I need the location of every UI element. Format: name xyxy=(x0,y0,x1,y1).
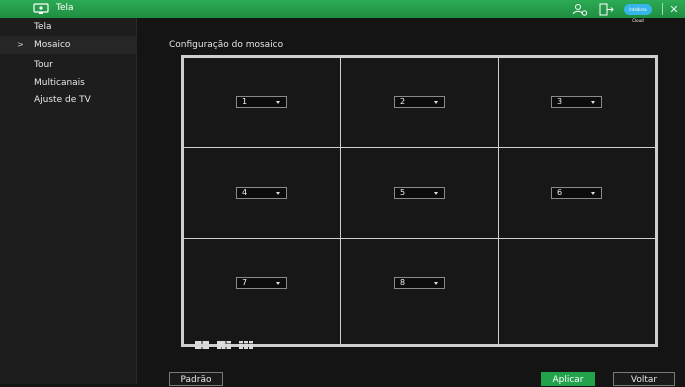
channel-select-3[interactable]: 3 xyxy=(551,96,602,108)
mosaic-cell-3[interactable]: 3 xyxy=(498,57,656,148)
chevron-down-icon xyxy=(434,101,438,104)
channel-select-4[interactable]: 4 xyxy=(236,187,287,199)
sidebar-item-label: Tela xyxy=(34,22,52,32)
mosaic-cell-6[interactable]: 6 xyxy=(498,147,656,239)
mosaic-cell-1[interactable]: 1 xyxy=(183,57,341,148)
monitor-icon xyxy=(33,3,49,15)
mosaic-cell-2[interactable]: 2 xyxy=(340,57,499,148)
sidebar-item-mosaico[interactable]: > Mosaico xyxy=(0,36,137,54)
channel-select-value: 8 xyxy=(400,278,406,287)
mosaic-cell-5[interactable]: 5 xyxy=(340,147,499,239)
channel-select-value: 3 xyxy=(557,97,563,106)
title-bar: Tela Intelbras Cloud ✕ xyxy=(0,0,685,23)
section-title: Configuração do mosaico xyxy=(169,40,284,50)
chevron-right-icon: > xyxy=(17,40,24,49)
channel-select-value: 5 xyxy=(400,188,406,197)
layout-options xyxy=(195,341,253,349)
chevron-down-icon xyxy=(434,192,438,195)
chevron-down-icon xyxy=(591,101,595,104)
sidebar-item-ajuste-de-tv[interactable]: Ajuste de TV xyxy=(0,91,137,109)
split-6-icon[interactable] xyxy=(217,341,231,349)
sidebar-item-tela[interactable]: Tela xyxy=(0,18,137,36)
window-title: Tela xyxy=(56,3,74,13)
sidebar-item-label: Tour xyxy=(34,60,53,70)
channel-select-1[interactable]: 1 xyxy=(236,96,287,108)
mosaic-cell-9[interactable] xyxy=(498,238,656,345)
close-icon[interactable]: ✕ xyxy=(667,2,681,16)
sidebar-item-label: Ajuste de TV xyxy=(34,95,91,105)
channel-select-2[interactable]: 2 xyxy=(394,96,445,108)
mosaic-grid: 1 2 3 4 5 6 7 8 xyxy=(181,55,658,347)
channel-select-value: 7 xyxy=(242,278,248,287)
cloud-icon[interactable]: Intelbras Cloud xyxy=(624,3,652,23)
chevron-down-icon xyxy=(434,282,438,285)
user-settings-icon[interactable] xyxy=(570,2,590,16)
logout-icon[interactable] xyxy=(596,2,616,16)
mosaic-cell-7[interactable]: 7 xyxy=(183,238,341,345)
channel-select-value: 1 xyxy=(242,97,248,106)
chevron-down-icon xyxy=(276,192,280,195)
mosaic-cell-4[interactable]: 4 xyxy=(183,147,341,239)
channel-select-value: 4 xyxy=(242,188,248,197)
main-panel: Configuração do mosaico 1 2 3 4 5 6 7 8 … xyxy=(137,18,685,386)
sidebar-item-multicanais[interactable]: Multicanais xyxy=(0,74,137,92)
sidebar-item-label: Multicanais xyxy=(34,78,85,88)
mosaic-cell-8[interactable]: 8 xyxy=(340,238,499,345)
sidebar-item-label: Mosaico xyxy=(34,40,71,50)
title-separator xyxy=(662,3,663,15)
channel-select-5[interactable]: 5 xyxy=(394,187,445,199)
channel-select-8[interactable]: 8 xyxy=(394,277,445,289)
channel-select-6[interactable]: 6 xyxy=(551,187,602,199)
chevron-down-icon xyxy=(591,192,595,195)
channel-select-value: 6 xyxy=(557,188,563,197)
sidebar: Tela > Mosaico Tour Multicanais Ajuste d… xyxy=(0,18,137,384)
sidebar-item-tour[interactable]: Tour xyxy=(0,56,137,74)
chevron-down-icon xyxy=(276,282,280,285)
split-4-icon[interactable] xyxy=(195,341,209,349)
channel-select-value: 2 xyxy=(400,97,406,106)
split-9-icon[interactable] xyxy=(239,341,253,349)
chevron-down-icon xyxy=(276,101,280,104)
channel-select-7[interactable]: 7 xyxy=(236,277,287,289)
